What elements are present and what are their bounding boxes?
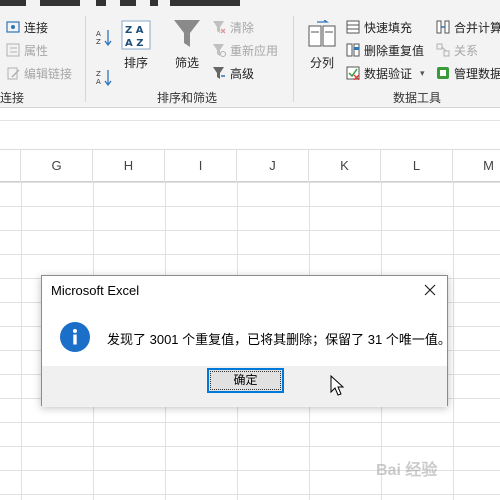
sort-ascending-button[interactable]: AZ [96,25,114,47]
svg-text:A Z: A Z [125,38,143,49]
clear-filter-button[interactable]: 清除 [212,17,254,37]
clear-filter-icon [212,20,226,34]
connections-label: 连接 [24,20,49,35]
sort-descending-icon: ZA [96,68,112,87]
flash-fill-icon [346,20,360,34]
flash-fill-label: 快速填充 [364,20,413,35]
reapply-icon [212,43,226,57]
column-header-j[interactable]: J [237,150,309,182]
sort-icon: Z A A Z [121,20,151,50]
chevron-down-icon[interactable]: ▾ [420,68,425,79]
manage-data-model-icon [436,66,450,80]
filter-icon [172,18,202,50]
advanced-filter-icon [212,66,226,80]
reapply-button[interactable]: 重新应用 [212,40,278,60]
watermark: Bai 经验 [376,462,438,479]
svg-text:A: A [96,30,101,38]
dialog-footer: 确定 [42,366,447,407]
column-header-g[interactable]: G [21,150,93,182]
info-icon [60,322,90,352]
remove-duplicates-button[interactable]: 删除重复值 [346,40,424,60]
group-separator [293,16,294,102]
column-header-edge [0,150,21,182]
text-to-columns-label: 分列 [309,56,334,70]
text-to-columns-icon [307,19,337,50]
flash-fill-button[interactable]: 快速填充 [346,17,412,37]
focus-ring [210,371,281,390]
formula-bar-area [0,108,500,150]
sort-button[interactable]: Z A A Z 排序 [119,20,153,71]
consolidate-label: 合并计算 [454,20,500,35]
dialog-body: 发现了 3001 个重复值，已将其删除；保留了 31 个唯一值。 [42,304,451,366]
dialog-title-bar: Microsoft Excel [42,276,447,304]
sort-ascending-icon: AZ [96,28,112,47]
column-header-row: G H I J K L M [0,150,500,182]
properties-button[interactable]: 属性 [6,40,48,60]
advanced-filter-button[interactable]: 高级 [212,63,254,83]
relationships-button[interactable]: 关系 [436,40,478,60]
svg-text:Z: Z [96,38,101,46]
text-to-columns-button[interactable]: 分列 [304,19,340,71]
remove-duplicates-label: 删除重复值 [364,43,425,58]
column-header-k[interactable]: K [309,150,381,182]
filter-label: 筛选 [174,56,199,70]
column-header-i[interactable]: I [165,150,237,182]
close-button[interactable] [419,279,441,301]
properties-label: 属性 [24,43,49,58]
data-tools-group-label: 数据工具 [393,91,442,105]
consolidate-icon [436,20,450,34]
sort-filter-group-label: 排序和筛选 [157,91,218,105]
ok-button[interactable]: 确定 [207,368,284,393]
consolidate-button[interactable]: 合并计算 [436,17,500,37]
quick-access-strip [0,0,500,10]
properties-icon [6,43,20,57]
column-header-m[interactable]: M [453,150,500,182]
connections-button[interactable]: 连接 [6,17,48,37]
svg-text:A: A [96,78,101,86]
edit-links-icon [6,66,20,80]
edit-links-label: 编辑链接 [24,66,73,81]
group-separator [85,16,86,102]
edit-links-button[interactable]: 编辑链接 [6,63,72,83]
clear-filter-label: 清除 [230,20,255,35]
relationships-icon [436,43,450,57]
data-ribbon: 连接 属性 编辑链接 连接 AZ ZA Z AA Z 排序 筛选 清除 重新应用… [0,10,500,108]
svg-text:Z: Z [96,70,101,78]
reapply-label: 重新应用 [230,43,279,58]
column-header-h[interactable]: H [93,150,165,182]
advanced-filter-label: 高级 [230,66,255,81]
sort-descending-button[interactable]: ZA [96,65,114,87]
manage-data-model-label: 管理数据 [454,66,500,81]
mouse-cursor-icon [330,374,346,397]
data-validation-icon [346,66,360,81]
remove-duplicates-icon [346,43,360,57]
connection-icon [6,20,20,34]
dialog-message: 发现了 3001 个重复值，已将其删除；保留了 31 个唯一值。 [107,332,451,347]
data-validation-label: 数据验证 [364,66,413,81]
close-icon [424,284,436,296]
remove-duplicates-result-dialog: Microsoft Excel 发现了 3001 个重复值，已将其删除；保留了 … [41,275,451,407]
dialog-title: Microsoft Excel [51,283,140,298]
svg-text:Z A: Z A [125,25,144,36]
filter-button[interactable]: 筛选 [170,18,204,71]
column-header-l[interactable]: L [381,150,453,182]
data-validation-button[interactable]: 数据验证 ▾ [346,63,425,83]
sort-label: 排序 [123,56,148,70]
connections-group-label: 连接 [0,91,25,105]
manage-data-model-button[interactable]: 管理数据 [436,63,500,83]
relationships-label: 关系 [454,43,479,58]
